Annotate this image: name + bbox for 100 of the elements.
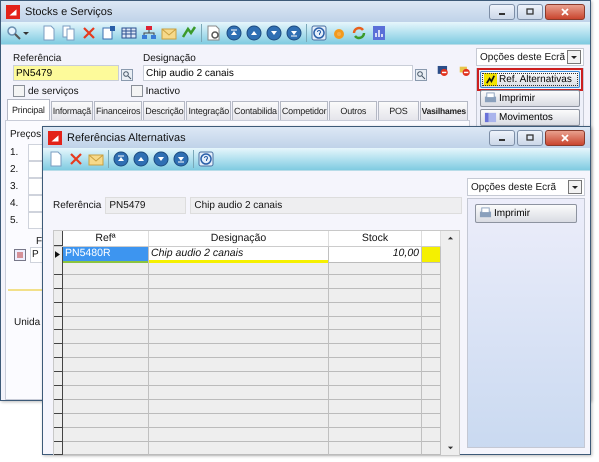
table-cell[interactable] bbox=[329, 288, 422, 303]
list-icon[interactable] bbox=[14, 249, 26, 261]
grid-icon[interactable] bbox=[121, 25, 137, 41]
row-header[interactable] bbox=[54, 316, 63, 330]
table-cell[interactable] bbox=[63, 414, 149, 428]
table-cell[interactable] bbox=[329, 330, 422, 344]
table-cell[interactable] bbox=[329, 344, 422, 358]
row-header[interactable] bbox=[54, 428, 63, 442]
designation-field[interactable]: Chip audio 2 canais bbox=[143, 65, 413, 81]
document-icon[interactable] bbox=[41, 25, 57, 41]
row-header[interactable] bbox=[54, 288, 63, 303]
table-cell[interactable] bbox=[329, 386, 422, 400]
maximize-button[interactable] bbox=[517, 4, 543, 20]
arrow-up-icon[interactable] bbox=[246, 25, 262, 41]
minimize-button[interactable] bbox=[489, 4, 515, 20]
checkbox[interactable]: de serviços bbox=[13, 85, 79, 97]
row-header[interactable] bbox=[54, 372, 63, 386]
table-cell[interactable] bbox=[63, 358, 149, 372]
table-cell[interactable] bbox=[329, 261, 422, 275]
help-icon[interactable] bbox=[198, 151, 214, 167]
preview-icon[interactable] bbox=[206, 25, 222, 41]
arrow-down-icon[interactable] bbox=[153, 151, 169, 167]
tab[interactable]: Outros bbox=[329, 101, 378, 120]
table-cell[interactable] bbox=[149, 442, 329, 456]
arrow-up-icon[interactable] bbox=[113, 151, 129, 167]
tree-icon[interactable] bbox=[141, 25, 157, 41]
search-icon[interactable] bbox=[415, 69, 427, 81]
search-icon[interactable] bbox=[6, 25, 22, 41]
tab[interactable]: Integração bbox=[186, 101, 232, 120]
table-cell[interactable] bbox=[149, 428, 329, 442]
checkbox[interactable]: Inactivo bbox=[130, 85, 180, 97]
table-cell[interactable] bbox=[149, 261, 329, 275]
arrow-up-icon[interactable] bbox=[226, 25, 242, 41]
table-cell[interactable] bbox=[329, 442, 422, 456]
tab[interactable]: Contabilida bbox=[232, 101, 279, 120]
tab[interactable]: Informaçã bbox=[50, 101, 93, 120]
delete-icon[interactable] bbox=[68, 151, 84, 167]
maximize-button[interactable] bbox=[517, 130, 543, 146]
table-cell[interactable] bbox=[149, 344, 329, 358]
row-header[interactable] bbox=[54, 344, 63, 358]
dropdown-button[interactable] bbox=[568, 180, 582, 194]
table-cell[interactable] bbox=[63, 428, 149, 442]
tab[interactable]: Competidor bbox=[280, 101, 328, 120]
table-cell[interactable] bbox=[63, 330, 149, 344]
tab[interactable]: Principal bbox=[7, 99, 50, 120]
delete-icon[interactable] bbox=[81, 25, 97, 41]
table-cell[interactable] bbox=[149, 302, 329, 317]
table-cell[interactable] bbox=[63, 302, 149, 317]
row-header[interactable] bbox=[54, 358, 63, 372]
arrow-up-icon[interactable] bbox=[133, 151, 149, 167]
action-button[interactable]: Movimentos bbox=[480, 109, 580, 126]
dropdown-button[interactable] bbox=[567, 50, 581, 64]
help-icon[interactable] bbox=[311, 25, 327, 41]
table-cell[interactable] bbox=[329, 302, 422, 317]
reference-field[interactable]: PN5479 bbox=[13, 65, 119, 81]
table-cell[interactable] bbox=[422, 247, 441, 263]
search-icon[interactable] bbox=[121, 69, 133, 81]
scroll-down-icon[interactable] bbox=[446, 444, 454, 452]
table-cell[interactable] bbox=[63, 372, 149, 386]
arrow-down-icon[interactable] bbox=[266, 25, 282, 41]
table-cell[interactable] bbox=[329, 358, 422, 372]
row-header[interactable] bbox=[54, 386, 63, 400]
table-cell[interactable] bbox=[329, 428, 422, 442]
row-header[interactable] bbox=[54, 302, 63, 317]
chart-icon[interactable] bbox=[371, 25, 387, 41]
table-cell[interactable] bbox=[63, 400, 149, 414]
table-cell[interactable] bbox=[149, 372, 329, 386]
action-button[interactable]: Imprimir bbox=[480, 90, 580, 107]
tab[interactable]: Descrição bbox=[143, 101, 186, 120]
row-header[interactable] bbox=[54, 414, 63, 428]
table-cell[interactable] bbox=[63, 386, 149, 400]
table-cell[interactable] bbox=[149, 274, 329, 289]
table-cell[interactable] bbox=[149, 386, 329, 400]
table-cell[interactable] bbox=[149, 358, 329, 372]
table-cell[interactable] bbox=[63, 316, 149, 330]
table-cell[interactable] bbox=[149, 288, 329, 303]
arrow-down-icon[interactable] bbox=[173, 151, 189, 167]
row-header[interactable] bbox=[54, 261, 63, 275]
table-cell[interactable] bbox=[149, 414, 329, 428]
table-cell[interactable] bbox=[63, 288, 149, 303]
form-icon[interactable] bbox=[101, 25, 117, 41]
table-cell[interactable] bbox=[63, 344, 149, 358]
screen-stop-icon[interactable] bbox=[437, 63, 448, 79]
cycle-icon[interactable] bbox=[351, 25, 367, 41]
table-cell[interactable] bbox=[63, 442, 149, 456]
table-cell[interactable] bbox=[329, 414, 422, 428]
close-button[interactable] bbox=[545, 130, 585, 146]
table-cell[interactable]: 10,00 bbox=[329, 247, 422, 263]
table-cell[interactable] bbox=[149, 400, 329, 414]
row-header[interactable] bbox=[54, 274, 63, 289]
table-cell[interactable] bbox=[149, 316, 329, 330]
table-cell[interactable] bbox=[63, 274, 149, 289]
document-icon[interactable] bbox=[48, 151, 64, 167]
table-cell[interactable]: Chip audio 2 canais bbox=[149, 247, 329, 263]
table-cell[interactable] bbox=[329, 274, 422, 289]
minimize-button[interactable] bbox=[489, 130, 515, 146]
arrow-down-icon[interactable] bbox=[286, 25, 302, 41]
copy-icon[interactable] bbox=[61, 25, 77, 41]
table-cell[interactable] bbox=[329, 316, 422, 330]
tab[interactable]: POS bbox=[378, 101, 419, 120]
